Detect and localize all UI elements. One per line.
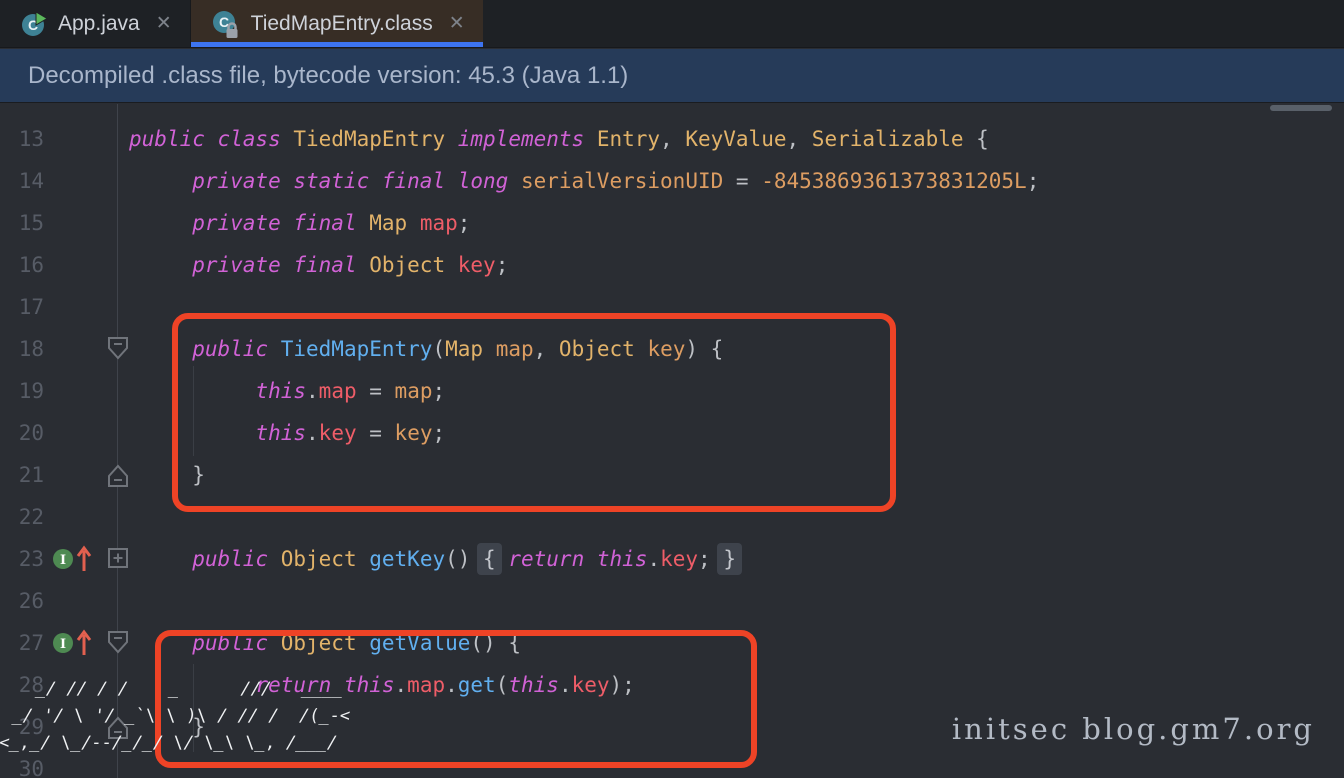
scrollbar-thumb[interactable] xyxy=(1270,105,1332,111)
code-line: 15 private final Map map; xyxy=(0,202,1344,244)
code-editor[interactable]: 13 public class TiedMapEntry implements E… xyxy=(0,104,1344,778)
java-class-run-icon: C xyxy=(20,10,48,38)
fold-collapse-end-icon[interactable] xyxy=(105,460,131,490)
decompiled-banner: Decompiled .class file, bytecode version… xyxy=(0,49,1344,103)
tab-tiedmapentry-class[interactable]: C TiedMapEntry.class ✕ xyxy=(191,0,483,47)
code-text: public Object getKey() { return this.key… xyxy=(129,538,736,580)
code-text: public class TiedMapEntry implements Ent… xyxy=(129,118,989,160)
tab-app-java[interactable]: C App.java ✕ xyxy=(0,0,191,47)
line-number: 20 xyxy=(0,412,44,454)
line-number: 18 xyxy=(0,328,44,370)
fold-collapse-start-icon[interactable] xyxy=(105,628,131,658)
code-line: 13 public class TiedMapEntry implements E… xyxy=(0,118,1344,160)
line-number: 15 xyxy=(0,202,44,244)
tab-label: App.java xyxy=(58,12,140,36)
svg-text:I: I xyxy=(60,637,66,652)
site-watermark: initsec blog.gm7.org xyxy=(952,712,1315,746)
tab-label: TiedMapEntry.class xyxy=(251,12,433,36)
fold-collapse-start-icon[interactable] xyxy=(105,334,131,364)
line-number: 16 xyxy=(0,244,44,286)
line-number: 27 xyxy=(0,622,44,664)
highlight-box-constructor xyxy=(172,313,896,512)
line-number: 21 xyxy=(0,454,44,496)
ide-window: C App.java ✕ C TiedMapEntry.class ✕ Deco… xyxy=(0,0,1344,778)
implemented-marker-icon[interactable]: I xyxy=(52,545,100,573)
code-line: 23 I public Object getKey() { return this… xyxy=(0,538,1344,580)
code-line: 26 xyxy=(0,580,1344,622)
svg-text:I: I xyxy=(60,553,66,568)
line-number: 17 xyxy=(0,286,44,328)
line-number: 26 xyxy=(0,580,44,622)
line-number: 19 xyxy=(0,370,44,412)
editor-tab-bar: C App.java ✕ C TiedMapEntry.class ✕ xyxy=(0,0,1344,48)
close-tab-icon[interactable]: ✕ xyxy=(449,12,465,35)
line-number: 13 xyxy=(0,118,44,160)
close-tab-icon[interactable]: ✕ xyxy=(156,12,172,35)
code-line: 16 private final Object key; xyxy=(0,244,1344,286)
code-text: private final Object key; xyxy=(129,244,508,286)
code-line: 14 private static final long serialVersi… xyxy=(0,160,1344,202)
active-tab-underline xyxy=(191,42,483,47)
java-class-locked-icon: C xyxy=(211,9,241,39)
code-text: private static final long serialVersionU… xyxy=(129,160,1039,202)
line-number: 22 xyxy=(0,496,44,538)
banner-text: Decompiled .class file, bytecode version… xyxy=(28,62,628,90)
implemented-marker-icon[interactable]: I xyxy=(52,629,100,657)
ascii-watermark: _/ // / / _ /// ____ _/ '/ \ '/ _`\ \ )\… xyxy=(0,676,354,757)
line-number: 14 xyxy=(0,160,44,202)
line-number: 23 xyxy=(0,538,44,580)
fold-expand-icon[interactable] xyxy=(105,544,131,574)
code-text: private final Map map; xyxy=(129,202,470,244)
